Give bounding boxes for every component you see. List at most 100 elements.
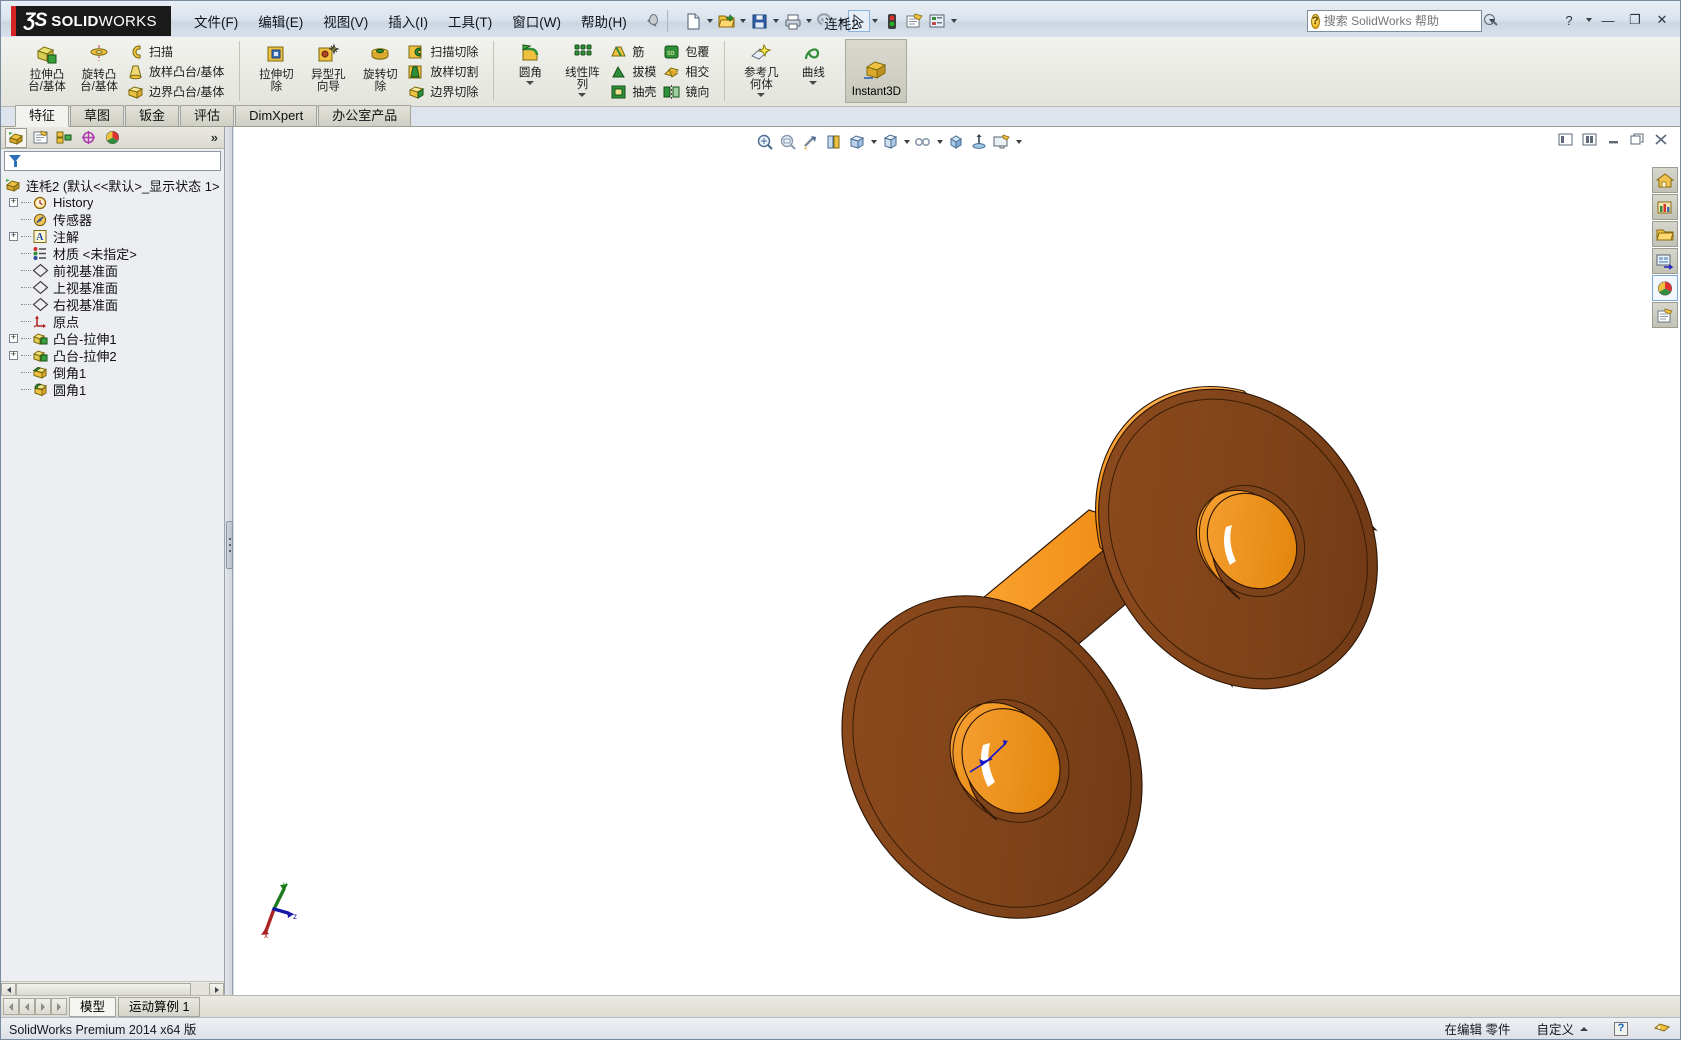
revolved-cut-button[interactable]: 旋转切除 <box>354 40 406 93</box>
select-arrow-icon[interactable] <box>847 10 870 32</box>
new-document-dropdown-icon[interactable] <box>706 11 715 31</box>
tree-item-front-plane[interactable]: 前视基准面 <box>1 262 224 279</box>
linear-pattern-dropdown-icon[interactable] <box>556 93 608 97</box>
bottom-tab-model[interactable]: 模型 <box>69 996 117 1017</box>
properties-icon[interactable] <box>927 10 949 32</box>
tree-item-annotations[interactable]: + A 注解 <box>1 228 224 245</box>
tree-item-fillet1[interactable]: 圆角1 <box>1 381 224 398</box>
print-icon[interactable] <box>782 10 804 32</box>
tree-item-sensors[interactable]: 传感器 <box>1 211 224 228</box>
tree-item-right-plane[interactable]: 右视基准面 <box>1 296 224 313</box>
tab-sheetmetal[interactable]: 钣金 <box>125 105 180 126</box>
boundary-boss-button[interactable]: 边界凸台/基体 <box>125 82 229 101</box>
bottom-tab-motion-study[interactable]: 运动算例 1 <box>118 996 201 1017</box>
linkage-part[interactable] <box>781 335 1434 976</box>
intersect-button[interactable]: 相交 <box>661 62 714 81</box>
rib-button[interactable]: 筋 <box>608 42 661 61</box>
reference-geometry-button[interactable]: 参考几 何体 <box>735 40 787 91</box>
curves-dropdown-icon[interactable] <box>787 81 839 85</box>
wrap-button[interactable]: so 包覆 <box>661 42 714 61</box>
options-icon[interactable] <box>904 10 926 32</box>
close-button[interactable]: ✕ <box>1650 10 1674 30</box>
lofted-boss-button[interactable]: 放样凸台/基体 <box>125 62 229 81</box>
mirror-button[interactable]: 镜向 <box>661 82 714 101</box>
curves-button[interactable]: 曲线 <box>787 40 839 79</box>
help-button[interactable]: ? <box>1557 10 1581 30</box>
extruded-boss-base-button[interactable]: 拉伸凸 台/基体 <box>21 40 73 93</box>
tree-filter-input[interactable] <box>4 151 221 171</box>
tree-expand-icon[interactable]: + <box>9 351 18 360</box>
open-document-dropdown-icon[interactable] <box>739 11 748 31</box>
status-custom-label[interactable]: 自定义 <box>1536 1019 1574 1038</box>
tree-item-chamfer1[interactable]: 倒角1 <box>1 364 224 381</box>
menu-edit[interactable]: 编辑(E) <box>249 7 312 35</box>
feature-manager-tab[interactable] <box>5 127 27 148</box>
window-controls[interactable]: ? — ❐ ✕ <box>1557 10 1674 30</box>
view-palette-icon[interactable] <box>1652 248 1678 274</box>
status-help-icon[interactable]: ? <box>1614 1021 1628 1036</box>
menu-view[interactable]: 视图(V) <box>314 7 377 35</box>
restore-button[interactable]: ❐ <box>1623 10 1647 30</box>
tab-dimxpert[interactable]: DimXpert <box>235 105 318 126</box>
tree-item-material[interactable]: 材质 <未指定> <box>1 245 224 262</box>
status-custom-caret-icon[interactable] <box>1580 1026 1588 1031</box>
panel-collapse-grip[interactable] <box>226 521 233 569</box>
tree-item-history[interactable]: + History <box>1 194 224 211</box>
instant3d-button[interactable]: Instant3D <box>845 39 908 103</box>
status-tag-icon[interactable] <box>1654 1022 1670 1036</box>
help-search-box[interactable]: ? <box>1307 10 1495 32</box>
tree-item-boss-extrude1[interactable]: + 凸台-拉伸1 <box>1 330 224 347</box>
appearances-scenes-icon[interactable] <box>1652 275 1678 301</box>
swept-cut-button[interactable]: 扫描切除 <box>406 42 483 61</box>
next-tab-button[interactable] <box>35 998 51 1015</box>
document-tab-bar[interactable]: 模型 运动算例 1 <box>1 995 1680 1017</box>
tab-features[interactable]: 特征 <box>15 105 70 127</box>
reference-geometry-dropdown-icon[interactable] <box>735 93 787 97</box>
property-manager-tab[interactable] <box>29 128 51 148</box>
manager-tab-overflow[interactable]: » <box>211 130 218 145</box>
tree-item-origin[interactable]: 原点 <box>1 313 224 330</box>
fillet-dropdown-icon[interactable] <box>504 81 556 85</box>
first-tab-button[interactable] <box>3 998 19 1015</box>
menu-insert[interactable]: 插入(I) <box>379 7 437 35</box>
new-document-icon[interactable] <box>683 10 705 32</box>
manager-tab-strip[interactable]: » <box>1 127 224 149</box>
tree-item-boss-extrude2[interactable]: + 凸台-拉伸2 <box>1 347 224 364</box>
swept-boss-button[interactable]: 扫描 <box>125 42 229 61</box>
tree-item-top-plane[interactable]: 上视基准面 <box>1 279 224 296</box>
display-manager-tab[interactable] <box>101 128 123 148</box>
select-dropdown-icon[interactable] <box>871 11 880 31</box>
tree-expand-icon[interactable]: + <box>9 198 18 207</box>
rebuild-traffic-light-icon[interactable] <box>881 10 903 32</box>
tab-office-products[interactable]: 办公室产品 <box>318 105 412 126</box>
menu-file[interactable]: 文件(F) <box>185 7 247 35</box>
shell-button[interactable]: 抽壳 <box>608 82 661 101</box>
pin-menu-icon[interactable] <box>644 12 662 30</box>
quick-access-toolbar[interactable] <box>683 10 959 32</box>
design-library-home-icon[interactable] <box>1652 167 1678 193</box>
menu-bar[interactable]: 文件(F) 编辑(E) 视图(V) 插入(I) 工具(T) 窗口(W) 帮助(H… <box>185 7 662 35</box>
boundary-cut-button[interactable]: 边界切除 <box>406 82 483 101</box>
save-dropdown-icon[interactable] <box>772 11 781 31</box>
last-tab-button[interactable] <box>51 998 67 1015</box>
undo-icon[interactable] <box>815 10 837 32</box>
prev-tab-button[interactable] <box>19 998 35 1015</box>
menu-tools[interactable]: 工具(T) <box>439 7 501 35</box>
undo-dropdown-icon[interactable] <box>838 11 847 31</box>
revolved-boss-base-button[interactable]: 旋转凸 台/基体 <box>73 40 125 93</box>
design-library-icon[interactable] <box>1652 194 1678 220</box>
graphics-area[interactable]: y x z <box>234 127 1680 997</box>
open-document-icon[interactable] <box>716 10 738 32</box>
command-manager-tabs[interactable]: 特征 草图 钣金 评估 DimXpert 办公室产品 <box>1 105 1680 127</box>
print-dropdown-icon[interactable] <box>805 11 814 31</box>
fillet-button[interactable]: 圆角 <box>504 40 556 79</box>
tree-expand-icon[interactable]: + <box>9 232 18 241</box>
dimxpert-manager-tab[interactable] <box>77 128 99 148</box>
properties-dropdown-icon[interactable] <box>950 11 959 31</box>
configuration-manager-tab[interactable] <box>53 128 75 148</box>
menu-help[interactable]: 帮助(H) <box>572 7 636 35</box>
tab-evaluate[interactable]: 评估 <box>180 105 235 126</box>
feature-tree[interactable]: 连枆2 (默认<<默认>_显示状态 1> + History 传感器 + A 注解 材质 <未… <box>1 173 224 981</box>
minimize-button[interactable]: — <box>1596 10 1620 30</box>
tab-sketch[interactable]: 草图 <box>70 105 125 126</box>
